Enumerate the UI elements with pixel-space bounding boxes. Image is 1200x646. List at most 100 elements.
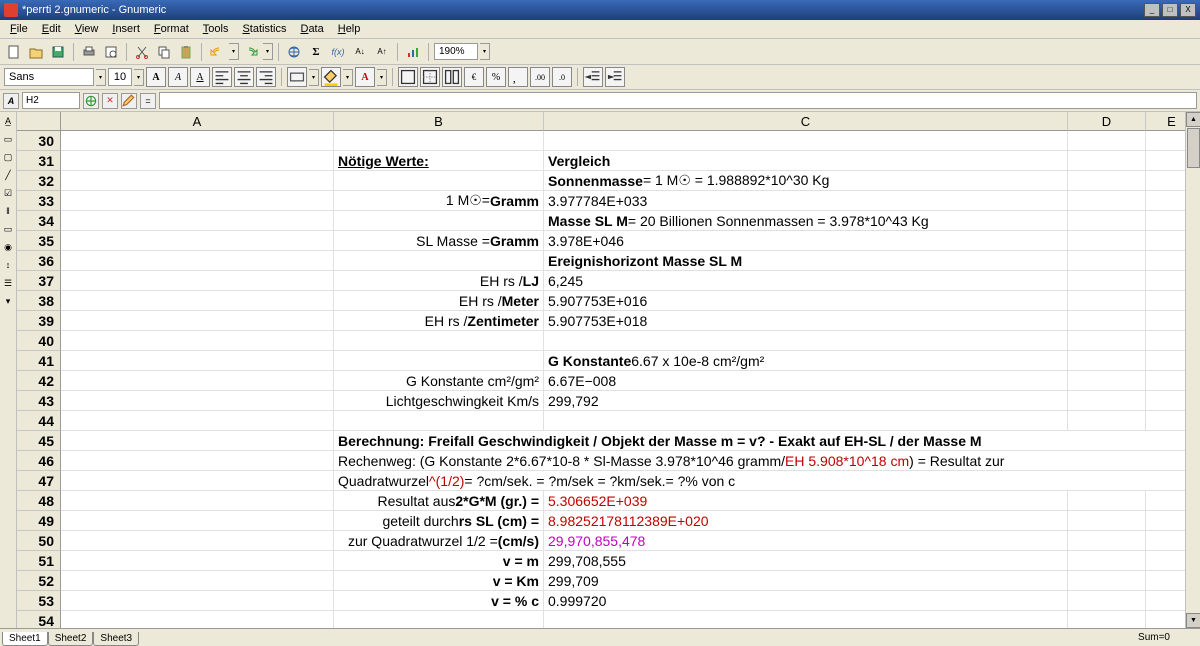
- cell-A44[interactable]: [61, 411, 334, 431]
- cell-D34[interactable]: [1068, 211, 1146, 231]
- function-button[interactable]: f(x): [328, 42, 348, 62]
- row-header[interactable]: 53: [17, 591, 61, 611]
- cell-B37[interactable]: EH rs / LJ: [334, 271, 544, 291]
- font-size-input[interactable]: 10: [108, 68, 132, 86]
- cell-D52[interactable]: [1068, 571, 1146, 591]
- row-header[interactable]: 39: [17, 311, 61, 331]
- cell-A47[interactable]: [61, 471, 334, 491]
- cell-A48[interactable]: [61, 491, 334, 511]
- borders-button-2[interactable]: [420, 67, 440, 87]
- zoom-input[interactable]: 190%: [434, 43, 478, 60]
- cell-A35[interactable]: [61, 231, 334, 251]
- cell-B32[interactable]: [334, 171, 544, 191]
- cell-B41[interactable]: [334, 351, 544, 371]
- cell-B31[interactable]: Nötige Werte:: [334, 151, 544, 171]
- obj-label-icon[interactable]: A̲: [2, 116, 14, 128]
- currency-button[interactable]: €: [464, 67, 484, 87]
- row-header[interactable]: 40: [17, 331, 61, 351]
- cell-D30[interactable]: [1068, 131, 1146, 151]
- cell-B42[interactable]: G Konstante cm²/gm²: [334, 371, 544, 391]
- row-header[interactable]: 30: [17, 131, 61, 151]
- obj-checkbox-icon[interactable]: ☑: [2, 188, 14, 200]
- row-header[interactable]: 52: [17, 571, 61, 591]
- thousands-button[interactable]: ,: [508, 67, 528, 87]
- cell-B34[interactable]: [334, 211, 544, 231]
- scroll-thumb[interactable]: [1187, 128, 1200, 168]
- cell-B51[interactable]: v = m: [334, 551, 544, 571]
- accept-button[interactable]: [121, 93, 137, 109]
- cell-B39[interactable]: EH rs / Zentimeter: [334, 311, 544, 331]
- obj-scrollbar-icon[interactable]: ‖: [2, 206, 14, 218]
- cell-B52[interactable]: v = Km: [334, 571, 544, 591]
- cell-D49[interactable]: [1068, 511, 1146, 531]
- cell-B38[interactable]: EH rs / Meter: [334, 291, 544, 311]
- cell-B49[interactable]: geteilt durch rs SL (cm) =: [334, 511, 544, 531]
- hyperlink-button[interactable]: [284, 42, 304, 62]
- font-color-button[interactable]: A: [355, 67, 375, 87]
- menu-file[interactable]: File: [4, 21, 34, 37]
- cell-A43[interactable]: [61, 391, 334, 411]
- cell-A45[interactable]: [61, 431, 334, 451]
- cut-button[interactable]: [132, 42, 152, 62]
- menu-view[interactable]: View: [69, 21, 105, 37]
- cell-D42[interactable]: [1068, 371, 1146, 391]
- cell-C39[interactable]: 5.907753E+018: [544, 311, 1068, 331]
- row-header[interactable]: 34: [17, 211, 61, 231]
- row-header[interactable]: 44: [17, 411, 61, 431]
- fill-color-button[interactable]: [321, 67, 341, 87]
- cell-A46[interactable]: [61, 451, 334, 471]
- cell-C51[interactable]: 299,708,555: [544, 551, 1068, 571]
- sum-button[interactable]: Σ: [306, 42, 326, 62]
- row-header[interactable]: 45: [17, 431, 61, 451]
- cell-A36[interactable]: [61, 251, 334, 271]
- cell-B36[interactable]: [334, 251, 544, 271]
- row-header[interactable]: 42: [17, 371, 61, 391]
- row-header[interactable]: 46: [17, 451, 61, 471]
- cell-C50[interactable]: 29,970,855,478: [544, 531, 1068, 551]
- cell-C44[interactable]: [544, 411, 1068, 431]
- row-header[interactable]: 43: [17, 391, 61, 411]
- cell-D37[interactable]: [1068, 271, 1146, 291]
- dec-decimal-button[interactable]: .0: [552, 67, 572, 87]
- cell-D33[interactable]: [1068, 191, 1146, 211]
- align-right-button[interactable]: [256, 67, 276, 87]
- formula-input[interactable]: [159, 92, 1197, 109]
- row-header[interactable]: 31: [17, 151, 61, 171]
- row-header[interactable]: 50: [17, 531, 61, 551]
- row-header[interactable]: 35: [17, 231, 61, 251]
- undo-button[interactable]: [207, 42, 227, 62]
- align-center-button[interactable]: [234, 67, 254, 87]
- col-header-C[interactable]: C: [544, 112, 1068, 131]
- obj-button-icon[interactable]: ▭: [2, 224, 14, 236]
- chart-button[interactable]: [403, 42, 423, 62]
- name-box-button[interactable]: A: [3, 93, 19, 109]
- cell-C53[interactable]: 0.999720: [544, 591, 1068, 611]
- row-header[interactable]: 47: [17, 471, 61, 491]
- cell-B35[interactable]: SL Masse = Gramm: [334, 231, 544, 251]
- underline-button[interactable]: A: [190, 67, 210, 87]
- cell-C33[interactable]: 3.977784E+033: [544, 191, 1068, 211]
- cell-D36[interactable]: [1068, 251, 1146, 271]
- cell-A49[interactable]: [61, 511, 334, 531]
- cell-D31[interactable]: [1068, 151, 1146, 171]
- obj-list-icon[interactable]: ☰: [2, 278, 14, 290]
- cell-A38[interactable]: [61, 291, 334, 311]
- obj-combo-icon[interactable]: ▾: [2, 296, 14, 308]
- sort-asc-button[interactable]: A↓: [350, 42, 370, 62]
- menu-statistics[interactable]: Statistics: [236, 21, 292, 37]
- cell-C35[interactable]: 3.978E+046: [544, 231, 1068, 251]
- cell-D54[interactable]: [1068, 611, 1146, 628]
- cell-A54[interactable]: [61, 611, 334, 628]
- cell-B47[interactable]: Quadratwurzel ^(1/2) = ?cm/sek. = ?m/sek…: [334, 471, 1198, 491]
- cell-C43[interactable]: 299,792: [544, 391, 1068, 411]
- cell-B45[interactable]: Berechnung: Freifall Geschwindigkeit / O…: [334, 431, 1198, 451]
- cancel-button[interactable]: ✕: [102, 93, 118, 109]
- cell-C49[interactable]: 8.98252178112389E+020: [544, 511, 1068, 531]
- cell-A52[interactable]: [61, 571, 334, 591]
- inc-decimal-button[interactable]: .00: [530, 67, 550, 87]
- cell-B30[interactable]: [334, 131, 544, 151]
- cell-D40[interactable]: [1068, 331, 1146, 351]
- cell-D32[interactable]: [1068, 171, 1146, 191]
- cell-A40[interactable]: [61, 331, 334, 351]
- cell-C34[interactable]: Masse SL M = 20 Billionen Sonnenmassen =…: [544, 211, 1068, 231]
